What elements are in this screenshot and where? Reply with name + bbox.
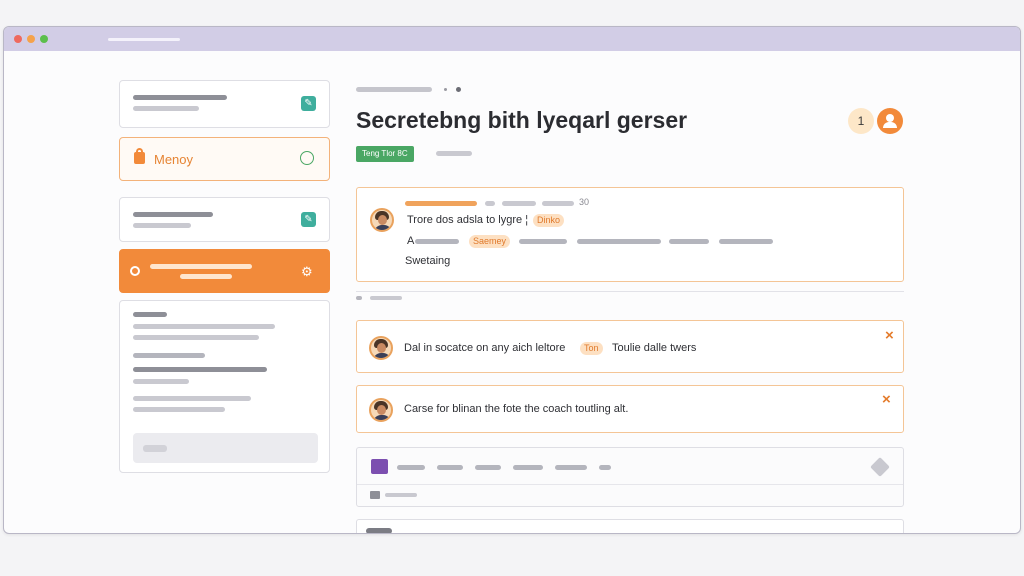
- avatar: [370, 208, 394, 232]
- message-text: [669, 239, 709, 244]
- panel-input-field[interactable]: [133, 433, 318, 463]
- close-icon[interactable]: ×: [885, 328, 894, 343]
- panel-line: [133, 367, 267, 372]
- inline-tag[interactable]: Ton: [580, 342, 603, 355]
- attachment-icon[interactable]: [371, 459, 388, 474]
- sidebar-panel: [119, 300, 330, 473]
- notification-text: Carse for blinan the fote the coach tout…: [404, 403, 629, 415]
- sidebar-item-1[interactable]: ✎: [119, 80, 330, 128]
- sidebar-item-title: [133, 95, 227, 100]
- toolbar-item[interactable]: [513, 465, 543, 470]
- panel-line: [133, 396, 251, 401]
- badge-meta: [436, 151, 472, 156]
- status-badge: Teng Tlor 8C: [356, 146, 414, 162]
- message-text: [519, 239, 567, 244]
- close-icon[interactable]: ×: [882, 392, 891, 407]
- panel-line: [133, 353, 205, 358]
- sidebar-item-subtitle: [133, 223, 191, 228]
- sidebar-item-label: Menoy: [154, 152, 194, 167]
- breadcrumb-dot: [456, 87, 461, 92]
- divider: [356, 291, 904, 292]
- sender-name: [405, 201, 477, 206]
- gear-icon: ⚙: [301, 264, 313, 279]
- sidebar-item-title: [150, 264, 252, 269]
- toolbar-item[interactable]: [437, 465, 463, 470]
- chat-bubble-icon: [300, 151, 314, 165]
- sidebar-item-subtitle: [180, 274, 232, 279]
- panel-line: [133, 324, 275, 329]
- sidebar-item-active[interactable]: ⚙: [119, 249, 330, 293]
- message-line: Trore dos adsla to lygre ¦: [407, 214, 529, 226]
- notification-card[interactable]: Carse for blinan the fote the coach tout…: [356, 385, 904, 433]
- message-line-prefix: A: [407, 235, 415, 247]
- notification-card[interactable]: Dal in socatce on any aich leltore Ton T…: [356, 320, 904, 373]
- notification-text-2: Toulie dalle twers: [612, 342, 697, 354]
- toolbar-item[interactable]: [397, 465, 425, 470]
- panel-line: [133, 407, 225, 412]
- meta-count: 30: [579, 197, 590, 207]
- format-icon[interactable]: [370, 491, 380, 499]
- user-avatar-button[interactable]: [877, 108, 903, 134]
- message-card-highlighted[interactable]: 30 Trore dos adsla to lygre ¦ Dinko A Sa…: [356, 187, 904, 282]
- page-title: Secretebng bith lyeqarl gerser: [356, 107, 688, 133]
- address-bar[interactable]: [108, 38, 180, 41]
- composer-divider: [357, 484, 903, 485]
- inline-tag[interactable]: Saemey: [469, 235, 511, 248]
- message-text: [577, 239, 661, 244]
- meta-text: [502, 201, 536, 206]
- sidebar-item-title: [133, 212, 213, 217]
- inline-tag[interactable]: Dinko: [533, 214, 565, 227]
- orange-pin-icon: [130, 266, 140, 276]
- user-icon-body: [883, 122, 897, 128]
- app-window: ✎ Menoy ✎ ⚙ Secretebng bith lyeqarl gers…: [3, 26, 1021, 534]
- breadcrumb-separator: [444, 88, 447, 91]
- next-card[interactable]: [356, 519, 904, 533]
- toolbar-item[interactable]: [555, 465, 587, 470]
- lock-shackle: [136, 148, 143, 154]
- send-icon[interactable]: [870, 457, 890, 477]
- breadcrumb[interactable]: [356, 87, 432, 92]
- composer-panel: [356, 447, 904, 507]
- divider-label: [370, 296, 402, 300]
- meta-text: [542, 201, 574, 206]
- notification-text: Dal in socatce on any aich leltore: [404, 342, 566, 354]
- avatar: [369, 336, 393, 360]
- card-header: [366, 528, 392, 533]
- panel-line: [133, 379, 189, 384]
- teal-document-icon: ✎: [301, 96, 316, 111]
- window-title-bar: [4, 27, 1020, 51]
- divider-marker: [356, 296, 362, 300]
- maximize-window-button[interactable]: [40, 35, 48, 43]
- composer-hint: [385, 493, 417, 497]
- sidebar-item-3[interactable]: ✎: [119, 197, 330, 242]
- panel-heading: [133, 312, 167, 317]
- teal-edit-icon: ✎: [301, 212, 316, 227]
- sidebar-item-subtitle: [133, 106, 199, 111]
- minimize-window-button[interactable]: [27, 35, 35, 43]
- message-text: [719, 239, 773, 244]
- message-text: [415, 239, 459, 244]
- panel-line: [133, 335, 259, 340]
- toolbar-item[interactable]: [599, 465, 611, 470]
- close-window-button[interactable]: [14, 35, 22, 43]
- toolbar-item[interactable]: [475, 465, 501, 470]
- input-placeholder: [143, 445, 167, 452]
- meta-dot: [485, 201, 495, 206]
- sidebar-item-menoy[interactable]: Menoy: [119, 137, 330, 181]
- message-line: Swetaing: [405, 255, 451, 267]
- avatar: [369, 398, 393, 422]
- user-icon: [886, 114, 894, 122]
- counter-badge[interactable]: 1: [848, 108, 874, 134]
